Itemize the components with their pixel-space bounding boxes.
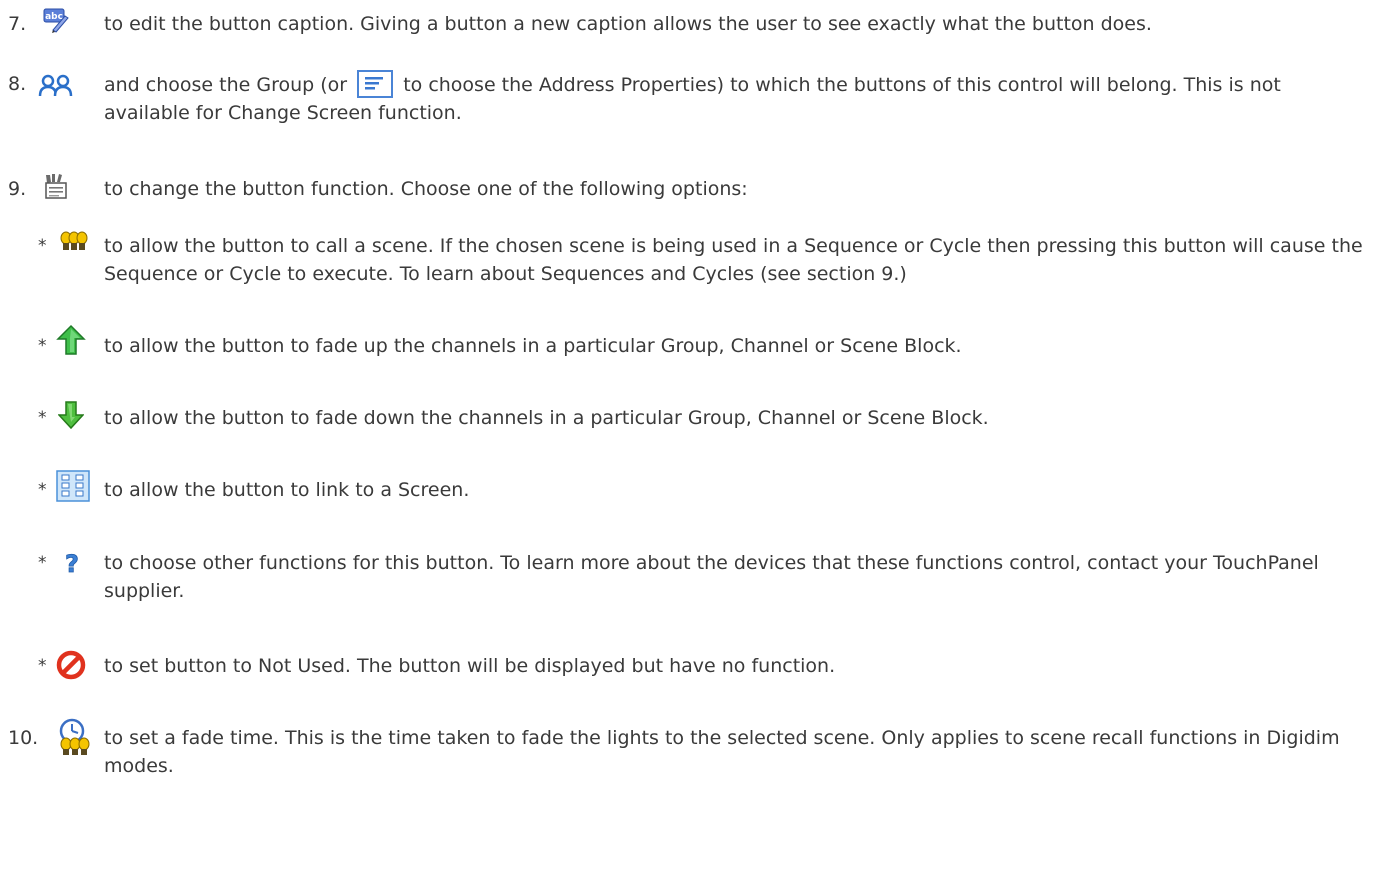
fade-down-arrow-icon [58, 400, 84, 430]
bullet: * [38, 408, 47, 428]
option-text: to allow the button to link to a Screen. [104, 479, 470, 501]
edit-caption-icon: abc [42, 6, 70, 34]
bullet: * [38, 336, 47, 356]
fade-time-icon [54, 718, 96, 756]
screen-link-icon [56, 470, 90, 502]
group-icon [38, 72, 74, 100]
option-text: to set button to Not Used. The button wi… [104, 655, 836, 677]
not-used-icon [56, 650, 86, 680]
step-text: and choose the Group (or to choose the A… [104, 70, 1370, 127]
scene-icon [58, 228, 90, 256]
bullet: * [38, 480, 47, 500]
step-text-before: and choose the Group (or [104, 74, 348, 96]
step-text: to edit the button caption. Giving a but… [104, 13, 1152, 35]
step-number: 8. [8, 73, 27, 95]
option-text: to allow the button to fade down the cha… [104, 407, 989, 429]
bullet: * [38, 656, 47, 676]
clapperboard-icon [42, 172, 70, 200]
option-text: to allow the button to call a scene. If … [104, 235, 1363, 285]
bullet: * [38, 236, 47, 256]
svg-text:?: ? [65, 550, 79, 577]
fade-up-arrow-icon [56, 324, 86, 356]
bullet: * [38, 553, 47, 573]
step-text: to change the button function. Choose on… [104, 178, 748, 200]
question-icon: ? [60, 549, 84, 577]
step-text: to set a fade time. This is the time tak… [104, 727, 1340, 777]
step-number: 10. [8, 727, 39, 749]
option-text: to choose other functions for this butto… [104, 552, 1319, 602]
option-text: to allow the button to fade up the chann… [104, 335, 962, 357]
step-number: 9. [8, 178, 27, 200]
svg-text:abc: abc [45, 12, 63, 22]
step-number: 7. [8, 13, 27, 35]
address-properties-icon [357, 70, 394, 98]
